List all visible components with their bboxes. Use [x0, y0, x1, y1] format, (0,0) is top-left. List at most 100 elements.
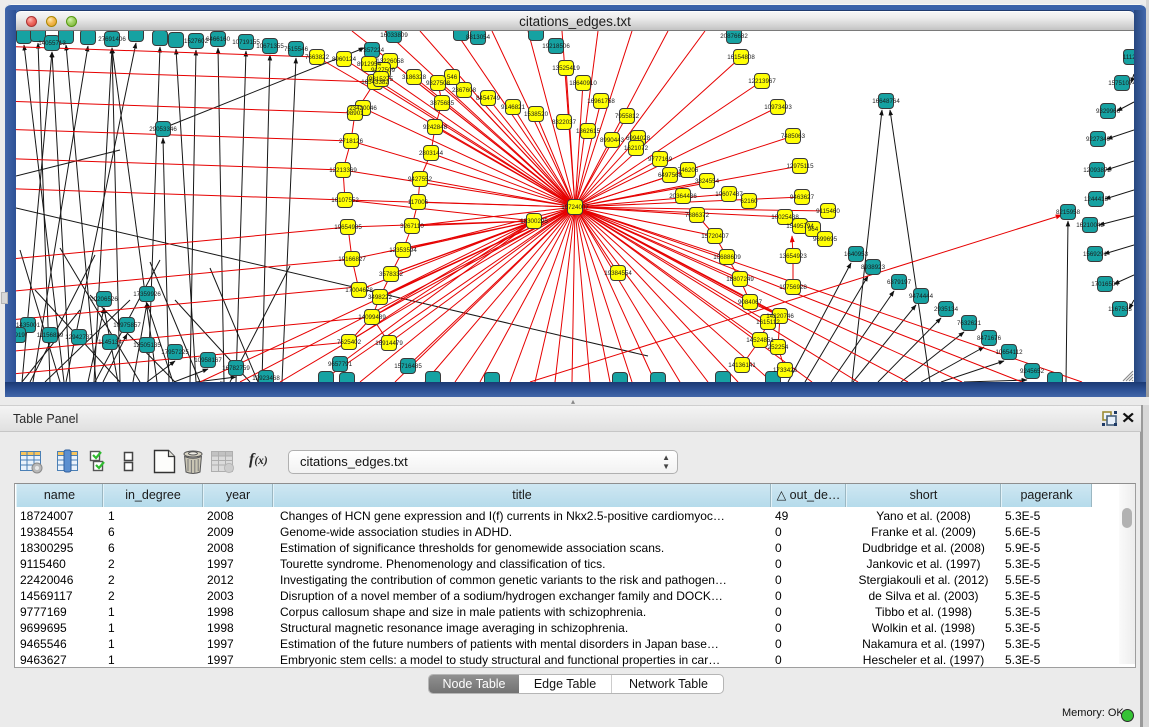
svg-text:14099489: 14099489	[358, 314, 386, 321]
svg-text:1435001: 1435001	[16, 322, 41, 329]
svg-text:9777169: 9777169	[648, 156, 673, 163]
svg-text:8454749: 8454749	[476, 95, 501, 102]
svg-text:3498222: 3498222	[368, 294, 393, 301]
svg-text:6497568: 6497568	[658, 172, 683, 179]
svg-text:19384554: 19384554	[604, 270, 632, 277]
svg-text:10671355: 10671355	[256, 43, 284, 50]
svg-text:29053346: 29053346	[149, 126, 177, 133]
svg-text:16914479: 16914479	[375, 340, 403, 347]
svg-text:9084067: 9084067	[738, 299, 763, 306]
svg-text:19756928: 19756928	[779, 284, 807, 291]
svg-text:1145134: 1145134	[98, 339, 122, 346]
svg-text:16210043: 16210043	[1076, 222, 1104, 229]
svg-text:1569291: 1569291	[1083, 251, 1108, 258]
svg-text:16782759: 16782759	[222, 365, 250, 372]
svg-text:18724007: 18724007	[561, 204, 589, 211]
svg-text:7357224: 7357224	[360, 47, 385, 54]
svg-text:10973493: 10973493	[764, 104, 792, 111]
svg-text:18300295: 18300295	[520, 218, 548, 225]
svg-text:9329966: 9329966	[1096, 108, 1121, 115]
svg-text:1733426: 1733426	[773, 367, 798, 374]
svg-text:7485063: 7485063	[781, 133, 806, 140]
svg-text:9227349: 9227349	[1086, 136, 1111, 143]
svg-text:9919: 9919	[16, 332, 25, 339]
svg-text:3824554: 3824554	[695, 178, 720, 185]
svg-text:8990443: 8990443	[600, 137, 625, 144]
svg-text:19654985: 19654985	[334, 224, 362, 231]
svg-text:1362615: 1362615	[576, 128, 601, 135]
svg-text:17004678: 17004678	[345, 287, 373, 294]
svg-text:7663822: 7663822	[305, 54, 330, 61]
svg-text:2803144: 2803144	[419, 150, 444, 157]
svg-text:8215958: 8215958	[1056, 209, 1081, 216]
svg-text:964: 964	[808, 226, 819, 233]
svg-text:1538520: 1538520	[524, 111, 549, 118]
svg-text:12213967: 12213967	[748, 78, 776, 85]
svg-text:8912954: 8912954	[357, 61, 382, 68]
svg-text:7886372: 7886372	[685, 212, 710, 219]
svg-text:1615112: 1615112	[756, 319, 780, 326]
svg-text:9242848: 9242848	[423, 124, 448, 131]
svg-text:10025438: 10025438	[771, 214, 799, 221]
svg-text:14524851: 14524851	[746, 337, 774, 344]
svg-text:18807249: 18807249	[726, 276, 754, 283]
svg-text:9463627: 9463627	[790, 194, 815, 201]
svg-text:1527602: 1527602	[184, 38, 209, 45]
svg-text:12213369: 12213369	[329, 167, 357, 174]
svg-text:17957225: 17957225	[161, 349, 189, 356]
svg-text:62160: 62160	[740, 198, 758, 205]
svg-text:16154808: 16154808	[727, 54, 755, 61]
svg-text:10654112: 10654112	[995, 349, 1023, 356]
svg-text:12353594: 12353594	[389, 247, 417, 254]
svg-text:10975857: 10975857	[113, 322, 141, 329]
svg-text:10607487: 10607487	[715, 191, 743, 198]
svg-text:10958167: 10958167	[194, 357, 222, 364]
svg-text:20206526: 20206526	[90, 296, 118, 303]
svg-text:7955812: 7955812	[615, 113, 640, 120]
svg-text:20876682: 20876682	[720, 33, 748, 40]
svg-text:13654923: 13654923	[779, 253, 807, 260]
svg-text:6466160: 6466160	[206, 36, 231, 43]
svg-text:1621072: 1621072	[624, 145, 649, 152]
svg-text:9327508: 9327508	[426, 80, 451, 87]
svg-text:20364436: 20364436	[669, 193, 697, 200]
svg-text:8938923: 8938923	[861, 264, 886, 271]
svg-text:11156829: 11156829	[37, 332, 64, 339]
svg-text:12923468: 12923468	[252, 375, 280, 382]
svg-text:2367608: 2367608	[452, 87, 477, 94]
svg-text:3875685: 3875685	[430, 100, 455, 107]
svg-text:98901: 98901	[346, 110, 364, 117]
svg-text:1244415: 1244415	[1084, 196, 1109, 203]
svg-text:9127509: 9127509	[371, 67, 396, 74]
svg-text:2718126: 2718126	[339, 138, 364, 145]
svg-text:8960124: 8960124	[332, 56, 357, 63]
svg-text:7515546: 7515546	[284, 46, 309, 53]
svg-text:9699695: 9699695	[813, 236, 838, 243]
svg-text:117006: 117006	[408, 199, 429, 206]
svg-text:3578332: 3578332	[379, 271, 404, 278]
svg-text:16107552: 16107552	[331, 197, 359, 204]
svg-text:2935134: 2935134	[934, 306, 959, 313]
svg-text:11123: 11123	[1123, 54, 1134, 61]
svg-text:15720407: 15720407	[701, 233, 729, 240]
svg-text:3267110: 3267110	[400, 223, 424, 230]
svg-text:1640953: 1640953	[844, 251, 869, 258]
svg-text:9115460: 9115460	[816, 208, 840, 215]
svg-text:9427552: 9427552	[408, 176, 433, 183]
svg-text:18640910: 18640910	[569, 80, 597, 87]
svg-text:27691406: 27691406	[98, 36, 126, 43]
svg-text:16648764: 16648764	[872, 98, 900, 105]
svg-text:17359926: 17359926	[133, 291, 161, 298]
svg-text:7625402: 7625402	[337, 339, 362, 346]
svg-text:3186328: 3186328	[402, 74, 427, 81]
svg-text:19166827: 19166827	[338, 256, 366, 263]
svg-text:9657791: 9657791	[328, 361, 353, 368]
svg-text:16033809: 16033809	[380, 32, 408, 39]
svg-text:19218506: 19218506	[542, 43, 570, 50]
svg-text:9474444: 9474444	[909, 293, 934, 300]
svg-text:13525419: 13525419	[552, 65, 580, 72]
svg-text:8471676: 8471676	[977, 335, 1002, 342]
svg-text:1167533: 1167533	[1108, 306, 1132, 313]
svg-text:7632621: 7632621	[957, 320, 982, 327]
svg-text:14136141: 14136141	[728, 362, 756, 369]
